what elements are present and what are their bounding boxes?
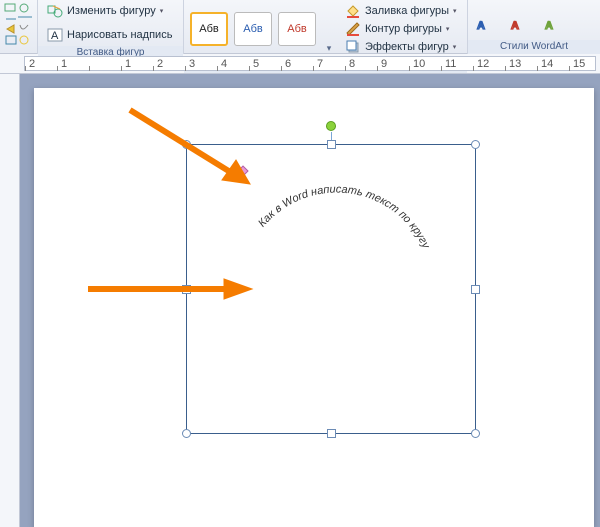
ribbon: Изменить фигуру ▾ A Нарисовать надпись В… bbox=[0, 0, 600, 54]
shapes-gallery bbox=[0, 0, 38, 54]
shape-style-2[interactable]: Абв bbox=[234, 12, 272, 46]
group-label-wordart: Стили WordArt bbox=[468, 40, 600, 54]
annotation-arrow-2 bbox=[84, 274, 264, 304]
annotation-arrow-1 bbox=[122, 102, 272, 202]
svg-text:A: A bbox=[545, 20, 553, 32]
effects-icon bbox=[345, 39, 361, 55]
shape-effects-button[interactable]: Эффекты фигур▾ bbox=[342, 38, 460, 56]
textbox-icon: A bbox=[47, 27, 63, 43]
resize-handle-tm[interactable] bbox=[327, 140, 336, 149]
svg-text:A: A bbox=[51, 30, 59, 42]
bucket-icon bbox=[345, 3, 361, 19]
resize-handle-mr[interactable] bbox=[471, 285, 480, 294]
wordart-style-1[interactable]: A bbox=[474, 3, 506, 37]
shape-outline-label: Контур фигуры bbox=[365, 23, 442, 35]
shapes-thumbnails-icon[interactable] bbox=[4, 3, 34, 47]
shape-outline-button[interactable]: Контур фигуры▾ bbox=[342, 20, 460, 38]
shape-fill-button[interactable]: Заливка фигуры▾ bbox=[342, 2, 460, 20]
resize-handle-bl[interactable] bbox=[182, 429, 191, 438]
draw-textbox-label: Нарисовать надпись bbox=[67, 29, 172, 41]
edit-shape-icon bbox=[47, 3, 63, 19]
circular-text-content: Как в Word написать текст по кругу bbox=[256, 183, 432, 251]
document-viewport[interactable]: Как в Word написать текст по кругу bbox=[20, 74, 600, 527]
shape-style-1[interactable]: Абв bbox=[190, 12, 228, 46]
dropdown-icon: ▾ bbox=[160, 7, 164, 15]
resize-handle-br[interactable] bbox=[471, 429, 480, 438]
shape-effects-label: Эффекты фигур bbox=[365, 41, 449, 53]
edit-shape-button[interactable]: Изменить фигуру ▾ bbox=[44, 2, 166, 20]
wordart-style-2[interactable]: A bbox=[508, 3, 540, 37]
shape-fill-label: Заливка фигуры bbox=[365, 5, 449, 17]
wordart-style-3[interactable]: A bbox=[542, 3, 574, 37]
document-area: Как в Word написать текст по кругу bbox=[0, 74, 600, 527]
ruler-scale: 2112345678910111213141516 bbox=[24, 56, 596, 71]
group-insert-shapes: Изменить фигуру ▾ A Нарисовать надпись В… bbox=[38, 0, 184, 54]
svg-text:A: A bbox=[477, 20, 485, 32]
edit-shape-label: Изменить фигуру bbox=[67, 5, 156, 17]
page[interactable]: Как в Word написать текст по кругу bbox=[34, 88, 594, 527]
shape-style-3[interactable]: Абв bbox=[278, 12, 316, 46]
resize-handle-tr[interactable] bbox=[471, 140, 480, 149]
group-shape-styles: Абв Абв Абв ▾ Заливка фигуры▾ Контур фиг… bbox=[184, 0, 468, 54]
rotation-handle[interactable] bbox=[326, 121, 336, 131]
style-gallery-more[interactable]: ▾ bbox=[322, 2, 336, 56]
draw-textbox-button[interactable]: A Нарисовать надпись bbox=[44, 26, 175, 44]
pen-icon bbox=[345, 21, 361, 37]
ruler-vertical[interactable] bbox=[0, 74, 20, 527]
svg-text:A: A bbox=[511, 20, 519, 32]
group-wordart-styles: A A A Стили WordArt bbox=[468, 0, 600, 54]
resize-handle-bm[interactable] bbox=[327, 429, 336, 438]
